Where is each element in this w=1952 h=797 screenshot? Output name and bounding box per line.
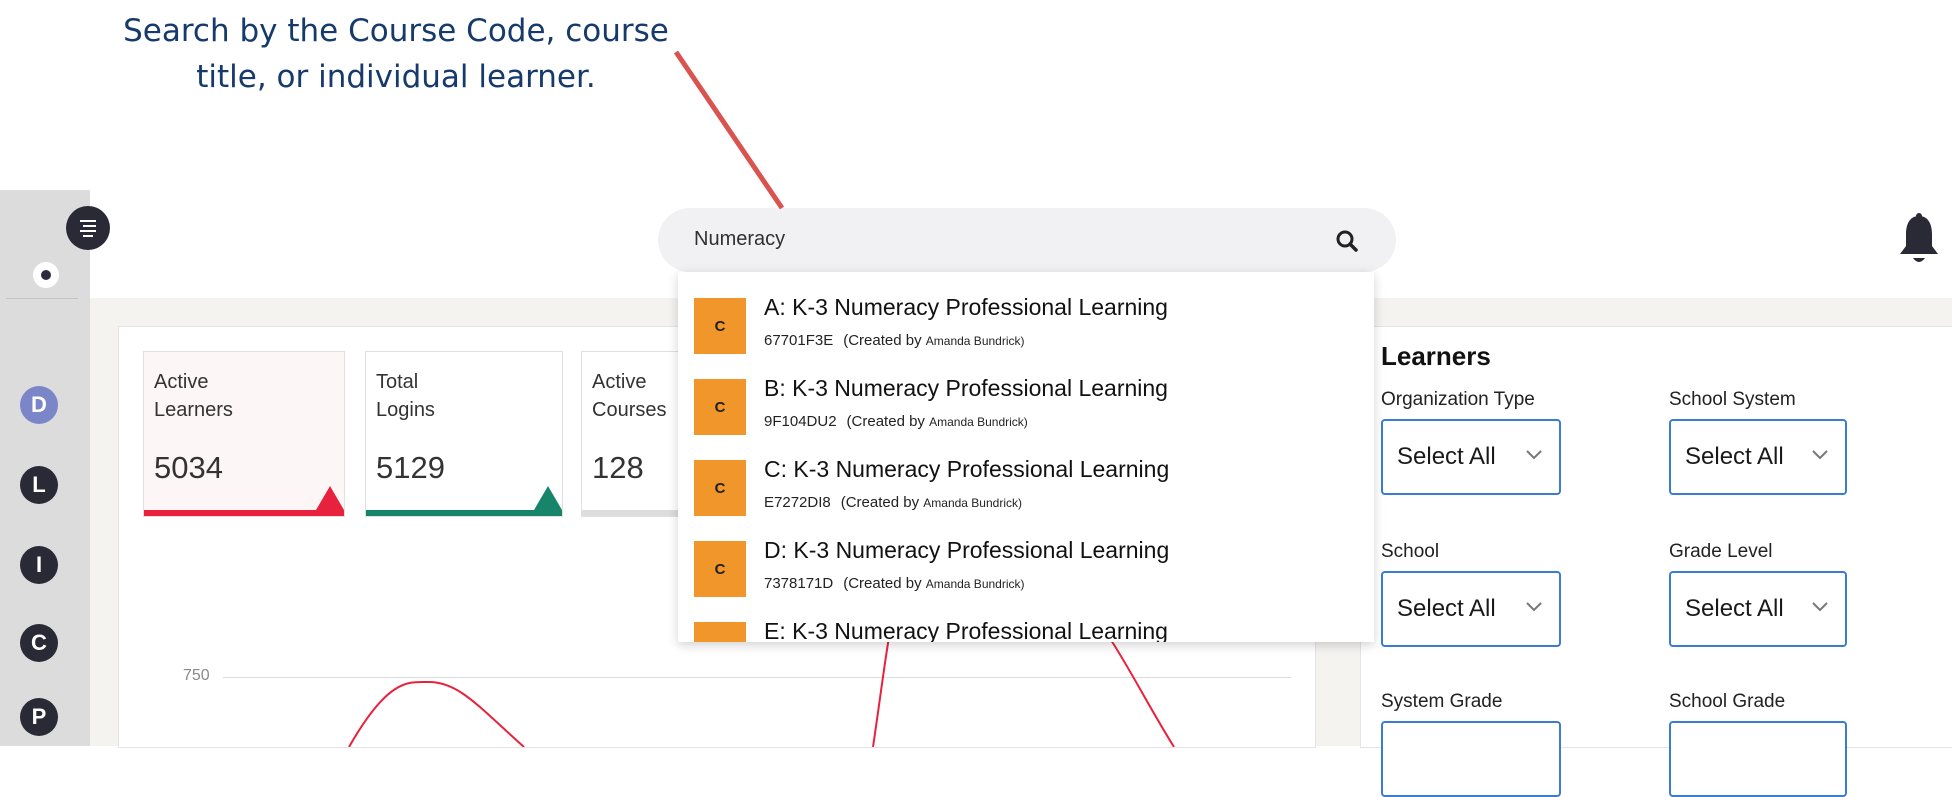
search-results-dropdown: C A: K-3 Numeracy Professional Learning … bbox=[678, 272, 1374, 642]
result-subtitle: 9F104DU2 (Created by Amanda Bundrick) bbox=[764, 413, 1028, 430]
school-grade-select[interactable] bbox=[1669, 721, 1847, 797]
course-code: 67701F3E bbox=[764, 332, 834, 349]
organization-type-label: Organization Type bbox=[1381, 389, 1535, 410]
created-by-name: Amanda Bundrick) bbox=[925, 577, 1025, 591]
created-by-label: (Created by bbox=[840, 494, 920, 511]
organization-type-select[interactable]: Select All bbox=[1381, 419, 1561, 495]
annotation-line-1: Search by the Course Code, course bbox=[123, 13, 669, 49]
sidebar-divider bbox=[6, 298, 78, 299]
search-result-item[interactable]: C B: K-3 Numeracy Professional Learning … bbox=[694, 373, 1354, 453]
result-subtitle: 7378171D (Created by Amanda Bundrick) bbox=[764, 575, 1025, 592]
result-title: D: K-3 Numeracy Professional Learning bbox=[764, 537, 1170, 563]
course-badge-icon: C bbox=[694, 298, 746, 354]
grade-level-label: Grade Level bbox=[1669, 541, 1773, 562]
search-bar[interactable]: Numeracy bbox=[658, 208, 1396, 272]
school-select[interactable]: Select All bbox=[1381, 571, 1561, 647]
sidebar-item-p[interactable]: P bbox=[20, 698, 58, 736]
sidebar-item-i[interactable]: I bbox=[20, 546, 58, 584]
result-title: C: K-3 Numeracy Professional Learning bbox=[764, 456, 1170, 482]
course-badge-icon: C bbox=[694, 541, 746, 597]
created-by-name: Amanda Bundrick) bbox=[929, 415, 1028, 429]
chart-series-line bbox=[348, 680, 525, 747]
search-result-item[interactable]: C D: K-3 Numeracy Professional Learning … bbox=[694, 535, 1354, 615]
result-subtitle: 67701F3E (Created by Amanda Bundrick) bbox=[764, 332, 1025, 349]
result-title: E: K-3 Numeracy Professional Learning bbox=[764, 618, 1168, 642]
course-badge-icon: C bbox=[694, 460, 746, 516]
chart-series-line bbox=[1108, 636, 1175, 747]
app-logo-icon bbox=[33, 262, 59, 288]
result-subtitle: E7272DI8 (Created by Amanda Bundrick) bbox=[764, 494, 1022, 511]
learners-title: Learners bbox=[1381, 341, 1491, 371]
created-by-label: (Created by bbox=[846, 413, 925, 430]
system-grade-label: System Grade bbox=[1381, 691, 1503, 712]
search-result-item[interactable]: C E: K-3 Numeracy Professional Learning bbox=[694, 616, 1354, 642]
chevron-down-icon bbox=[1812, 602, 1828, 612]
system-grade-select[interactable] bbox=[1381, 721, 1561, 797]
search-icon[interactable] bbox=[1336, 230, 1358, 252]
grade-level-select[interactable]: Select All bbox=[1669, 571, 1847, 647]
chevron-down-icon bbox=[1812, 450, 1828, 460]
course-code: 9F104DU2 bbox=[764, 413, 837, 430]
annotation-line-2: title, or individual learner. bbox=[196, 59, 596, 95]
created-by-name: Amanda Bundrick) bbox=[923, 496, 1022, 510]
search-result-item[interactable]: C A: K-3 Numeracy Professional Learning … bbox=[694, 292, 1354, 372]
result-title: B: K-3 Numeracy Professional Learning bbox=[764, 375, 1168, 401]
created-by-label: (Created by bbox=[843, 575, 922, 592]
school-system-select[interactable]: Select All bbox=[1669, 419, 1847, 495]
annotation-callout: Search by the Course Code, course title,… bbox=[118, 8, 674, 100]
chevron-down-icon bbox=[1526, 450, 1542, 460]
menu-toggle-button[interactable] bbox=[66, 206, 110, 250]
course-code: 7378171D bbox=[764, 575, 834, 592]
search-result-item[interactable]: C C: K-3 Numeracy Professional Learning … bbox=[694, 454, 1354, 534]
created-by-name: Amanda Bundrick) bbox=[925, 334, 1025, 348]
sidebar-item-d[interactable]: D bbox=[20, 386, 58, 424]
search-input[interactable]: Numeracy bbox=[694, 228, 785, 251]
sidebar: D L I C P bbox=[0, 190, 90, 746]
school-label: School bbox=[1381, 541, 1440, 562]
chevron-down-icon bbox=[1526, 602, 1542, 612]
school-system-label: School System bbox=[1669, 389, 1796, 410]
chart-series-line bbox=[872, 636, 890, 747]
bell-icon[interactable] bbox=[1898, 212, 1940, 268]
result-title: A: K-3 Numeracy Professional Learning bbox=[764, 294, 1168, 320]
course-badge-icon: C bbox=[694, 379, 746, 435]
created-by-label: (Created by bbox=[843, 332, 922, 349]
hamburger-icon bbox=[80, 220, 96, 237]
course-code: E7272DI8 bbox=[764, 494, 831, 511]
sidebar-item-c[interactable]: C bbox=[20, 624, 58, 662]
course-badge-icon: C bbox=[694, 622, 746, 642]
school-grade-label: School Grade bbox=[1669, 691, 1786, 712]
sidebar-item-l[interactable]: L bbox=[20, 466, 58, 504]
learners-filter-panel: Learners Organization Type Select All Sc… bbox=[1360, 326, 1952, 797]
